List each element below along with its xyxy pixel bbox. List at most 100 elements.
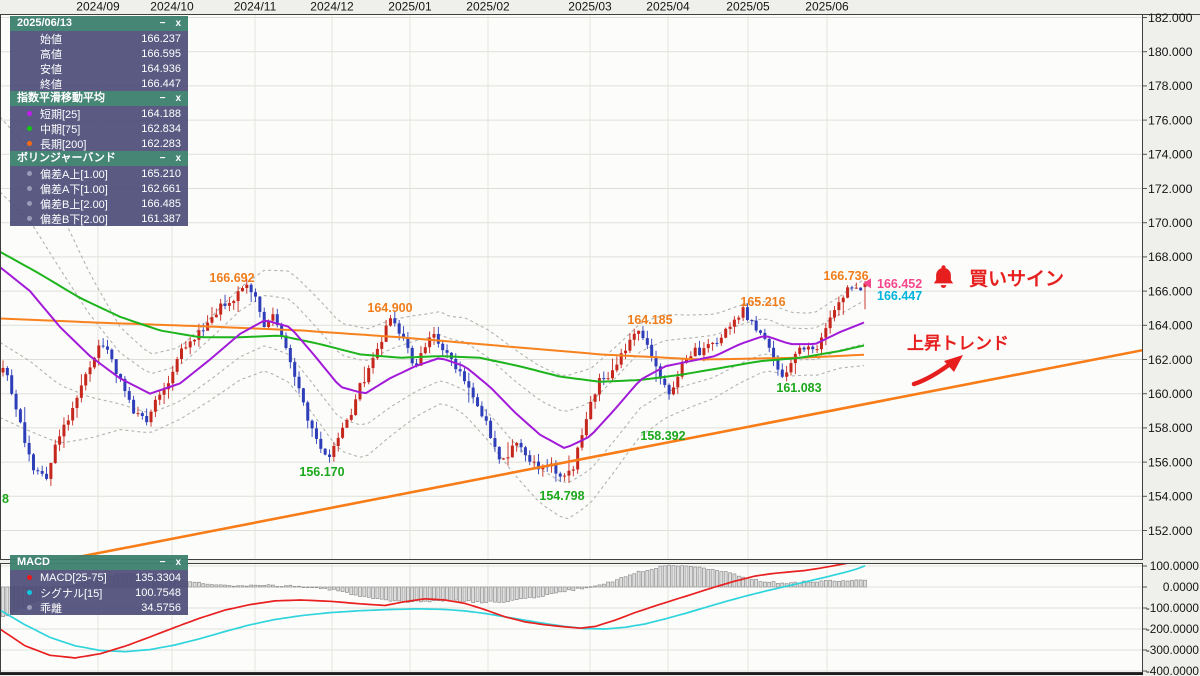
indicator-label: 長期[200] [40, 138, 87, 151]
indicator-row: 短期[25] 164.188 [10, 106, 188, 121]
macd-axis-tick-label: -400.0000 [1146, 664, 1200, 676]
x-axis-tick-label: 2024/12 [310, 0, 354, 14]
minimize-icon[interactable]: − [160, 153, 166, 164]
indicator-label: 偏差B上[2.00] [40, 198, 108, 211]
price-axis-tick-label: 168.000 [1148, 250, 1193, 264]
indicator-label: 短期[25] [40, 108, 81, 121]
indicator-row: 始値 166.237 [10, 31, 188, 46]
x-axis-tick-label: 2024/11 [234, 0, 277, 14]
buy-signal-callout: 買いサイン [931, 264, 1064, 291]
indicator-row: 終値 166.447 [10, 76, 188, 91]
price-axis-tick-label: 162.000 [1148, 353, 1193, 367]
price-annotation: 161.083 [776, 381, 821, 395]
price-axis-tick-label: 158.000 [1148, 421, 1193, 435]
macd-axis-tick-label: -300.0000 [1146, 643, 1200, 657]
x-axis-tick-label: 2024/10 [150, 0, 194, 14]
price-annotation: 164.185 [627, 313, 672, 327]
price-annotation: 158.392 [640, 429, 685, 443]
indicator-value: 166.237 [141, 32, 181, 45]
legend-dot-icon [27, 186, 32, 191]
indicator-value: 162.834 [141, 122, 181, 135]
price-axis-tick-label: 170.000 [1148, 216, 1193, 230]
x-axis-tick-label: 2024/09 [76, 0, 120, 14]
price-axis-tick-label: 174.000 [1148, 148, 1193, 162]
indicator-label: 終値 [40, 78, 62, 91]
indicator-row: 安値 164.936 [10, 61, 188, 76]
close-icon[interactable]: x [175, 93, 181, 104]
legend-dot-icon [27, 575, 32, 580]
indicator-value: 162.283 [141, 137, 181, 150]
price-annotation: 164.900 [367, 301, 412, 315]
indicator-label: 乖離 [40, 602, 62, 615]
indicator-label: 偏差A下[1.00] [40, 183, 108, 196]
indicator-value: 165.210 [141, 167, 181, 180]
indicator-row: 偏差B下[2.00] 161.387 [10, 211, 188, 226]
indicator-label: 安値 [40, 63, 62, 76]
close-icon[interactable]: x [175, 557, 181, 568]
x-axis-tick-label: 2025/01 [388, 0, 432, 14]
price-axis-tick-label: 152.000 [1148, 524, 1193, 538]
indicator-value: 164.188 [141, 107, 181, 120]
indicator-row: 乖離 34.5756 [10, 600, 188, 615]
panel-title: MACD [17, 556, 50, 568]
legend-dot-icon [27, 111, 32, 116]
ema-panel: 指数平滑移動平均 − x 短期[25] 164.188 中期[75] 162.834 長期[2… [10, 91, 188, 151]
indicator-label: 始値 [40, 33, 62, 46]
price-annotation: 154.798 [539, 489, 584, 503]
indicator-row: MACD[25-75] 135.3304 [10, 570, 188, 585]
price-axis-tick-label: 176.000 [1148, 113, 1193, 127]
price-axis-tick-label: 156.000 [1148, 455, 1193, 469]
price-axis-tick-label: 164.000 [1148, 319, 1193, 333]
price-annotation: 166.692 [209, 271, 254, 285]
indicator-value: 166.447 [141, 77, 181, 90]
indicator-row: 偏差A上[1.00] 165.210 [10, 166, 188, 181]
buy-signal-label: 買いサイン [969, 269, 1065, 290]
ohlc-panel: 2025/06/13− x 始値 166.237 高値 166.595 安値 164.936 終… [10, 16, 188, 91]
x-axis-tick-label: 2025/04 [646, 0, 690, 14]
x-axis-tick-label: 2025/06 [805, 0, 849, 14]
indicator-label: MACD[25-75] [40, 571, 107, 584]
legend-dot-icon [27, 126, 32, 131]
indicator-value: 166.595 [141, 47, 181, 60]
indicator-row: シグナル[15] 100.7548 [10, 585, 188, 600]
panel-title: 2025/06/13 [17, 17, 73, 29]
indicator-label: 中期[75] [40, 123, 81, 136]
indicator-value: 166.485 [141, 197, 181, 210]
legend-dot-icon [27, 201, 32, 206]
indicator-value: 161.387 [141, 212, 181, 225]
legend-dot-icon [27, 605, 32, 610]
minimize-icon[interactable]: − [160, 93, 166, 104]
trading-chart-app: 2024/09 2024/10 2024/11 2024/12 2025/01 2025/… [0, 0, 1200, 676]
uptrend-arrow-icon [911, 355, 963, 387]
price-axis-tick-label: 178.000 [1148, 79, 1193, 93]
close-icon[interactable]: x [175, 18, 181, 29]
price-axis-tick-label: 180.000 [1148, 45, 1193, 59]
indicator-row: 長期[200] 162.283 [10, 136, 188, 151]
minimize-icon[interactable]: − [160, 557, 166, 568]
price-axis-tick-label: 172.000 [1148, 182, 1193, 196]
indicator-row: 偏差A下[1.00] 162.661 [10, 181, 188, 196]
indicator-value: 162.661 [141, 182, 181, 195]
indicator-label: 偏差B下[2.00] [40, 213, 108, 226]
ohlc-panel-header[interactable]: 2025/06/13 − x [10, 16, 188, 31]
price-annotation: 156.170 [299, 465, 344, 479]
indicator-row: 高値 166.595 [10, 46, 188, 61]
indicator-value: 164.936 [141, 62, 181, 75]
close-icon[interactable]: x [175, 153, 181, 164]
minimize-icon[interactable]: − [160, 18, 166, 29]
indicator-row: 中期[75] 162.834 [10, 121, 188, 136]
indicator-value: 34.5756 [141, 601, 181, 614]
indicator-label: 偏差A上[1.00] [40, 168, 108, 181]
x-axis-tick-label: 2025/05 [726, 0, 770, 14]
macd-axis-tick-label: -100.0000 [1146, 601, 1200, 615]
indicator-row: 偏差B上[2.00] 166.485 [10, 196, 188, 211]
price-axis-tick-label: 160.000 [1148, 387, 1193, 401]
indicator-value: 100.7548 [135, 586, 181, 599]
macd-panel-header[interactable]: MACD − x [10, 555, 188, 570]
ema-panel-header[interactable]: 指数平滑移動平均 − x [10, 91, 188, 106]
price-annotation: 165.216 [740, 295, 785, 309]
x-axis-tick-label: 2025/03 [568, 0, 612, 14]
bollinger-panel-header[interactable]: ボリンジャーバンド − x [10, 151, 188, 166]
legend-dot-icon [27, 141, 32, 146]
bell-icon [933, 265, 954, 288]
